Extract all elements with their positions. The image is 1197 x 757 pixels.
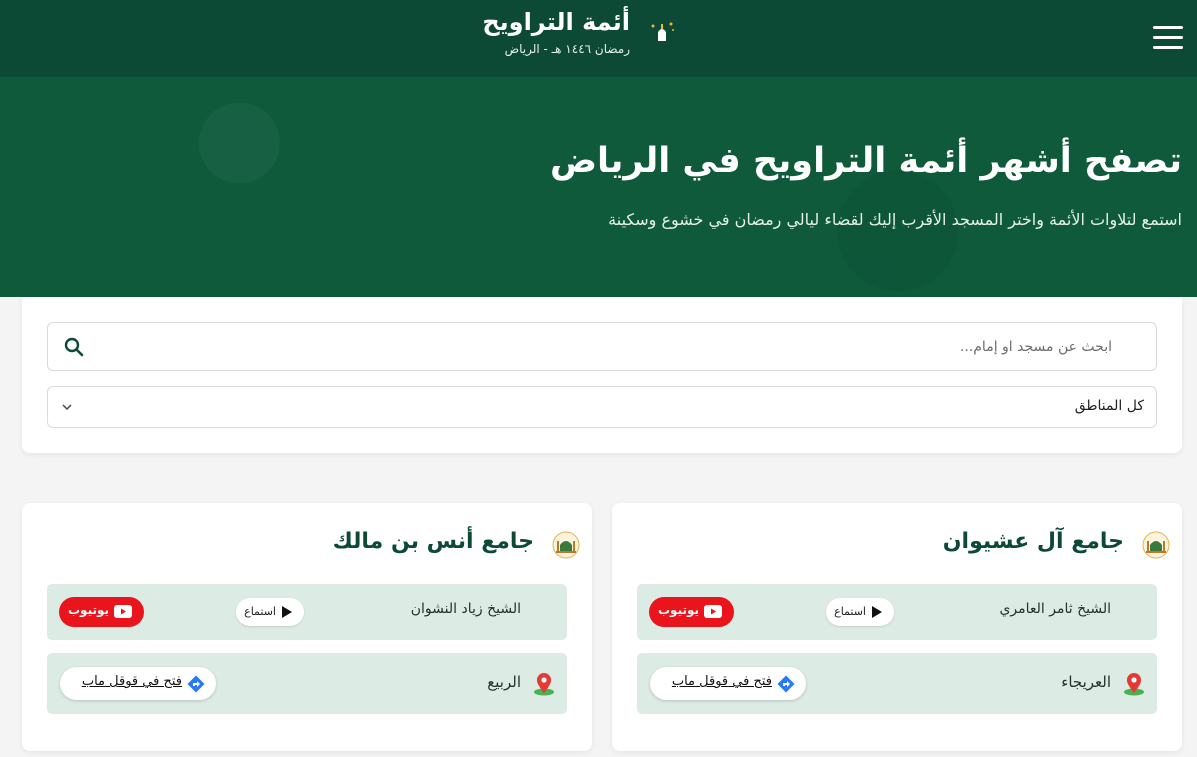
- youtube-button-label: يوتيوب: [67, 603, 109, 617]
- map-pin-icon: [1124, 673, 1144, 696]
- youtube-button-label: يوتيوب: [657, 603, 699, 617]
- imam-name: الشيخ زياد النشوان: [410, 601, 521, 617]
- hero-subtitle: استمع لتلاوات الأئمة واختر المسجد الأقرب…: [608, 210, 1182, 229]
- site-subtitle: رمضان ١٤٤٦ هـ - الرياض: [504, 42, 630, 56]
- imam-row: الشيخ ثامر العامري استماع يوتيوب: [637, 584, 1157, 640]
- mosque-card: جامع آل عشيوان الشيخ ثامر العامري استماع…: [612, 503, 1182, 751]
- search-input[interactable]: [132, 323, 1112, 370]
- district-name: الربيع: [487, 673, 521, 691]
- youtube-button[interactable]: يوتيوب: [59, 597, 144, 627]
- mosque-name: جامع أنس بن مالك: [332, 529, 534, 554]
- listen-button-label: استماع: [244, 605, 276, 618]
- google-maps-icon: [777, 675, 795, 693]
- listen-button[interactable]: استماع: [826, 598, 894, 626]
- location-row: الربيع فتح في قوقل ماب: [47, 653, 567, 714]
- crescent-mosque-logo-icon: [648, 22, 676, 50]
- google-maps-icon: [187, 675, 205, 693]
- location-row: العريجاء فتح في قوقل ماب: [637, 653, 1157, 714]
- listen-button-label: استماع: [834, 605, 866, 618]
- search-box: [47, 322, 1157, 371]
- mosque-name: جامع آل عشيوان: [942, 529, 1124, 554]
- hero-banner: تصفح أشهر أئمة التراويح في الرياض استمع …: [0, 77, 1197, 297]
- play-icon: [282, 606, 292, 618]
- imam-name: الشيخ ثامر العامري: [999, 601, 1111, 617]
- play-icon: [872, 606, 882, 618]
- menu-icon[interactable]: [1153, 26, 1183, 50]
- youtube-button[interactable]: يوتيوب: [649, 597, 734, 627]
- map-pin-icon: [534, 673, 554, 696]
- mosque-icon: [1142, 531, 1170, 559]
- google-maps-button-label: فتح في قوقل ماب: [671, 674, 772, 689]
- google-maps-button[interactable]: فتح في قوقل ماب: [650, 667, 806, 700]
- search-icon[interactable]: [64, 337, 84, 357]
- district-name: العريجاء: [1061, 673, 1111, 691]
- google-maps-button[interactable]: فتح في قوقل ماب: [60, 667, 216, 700]
- youtube-icon: [704, 605, 722, 618]
- google-maps-button-label: فتح في قوقل ماب: [81, 674, 182, 689]
- region-select[interactable]: كل المناطق: [47, 386, 1157, 428]
- youtube-icon: [114, 605, 132, 618]
- top-navbar: أئمة التراويح رمضان ١٤٤٦ هـ - الرياض: [0, 0, 1197, 77]
- mosque-icon: [552, 531, 580, 559]
- imam-row: الشيخ زياد النشوان استماع يوتيوب: [47, 584, 567, 640]
- mosque-card: جامع أنس بن مالك الشيخ زياد النشوان استم…: [22, 503, 592, 751]
- brand[interactable]: أئمة التراويح رمضان ١٤٤٦ هـ - الرياض: [480, 6, 690, 66]
- hero-title: تصفح أشهر أئمة التراويح في الرياض: [549, 141, 1182, 181]
- region-select-value: كل المناطق: [1074, 398, 1144, 414]
- filter-panel: كل المناطق: [22, 297, 1182, 453]
- listen-button[interactable]: استماع: [236, 598, 304, 626]
- chevron-down-icon: [62, 404, 72, 411]
- site-title: أئمة التراويح: [482, 8, 630, 36]
